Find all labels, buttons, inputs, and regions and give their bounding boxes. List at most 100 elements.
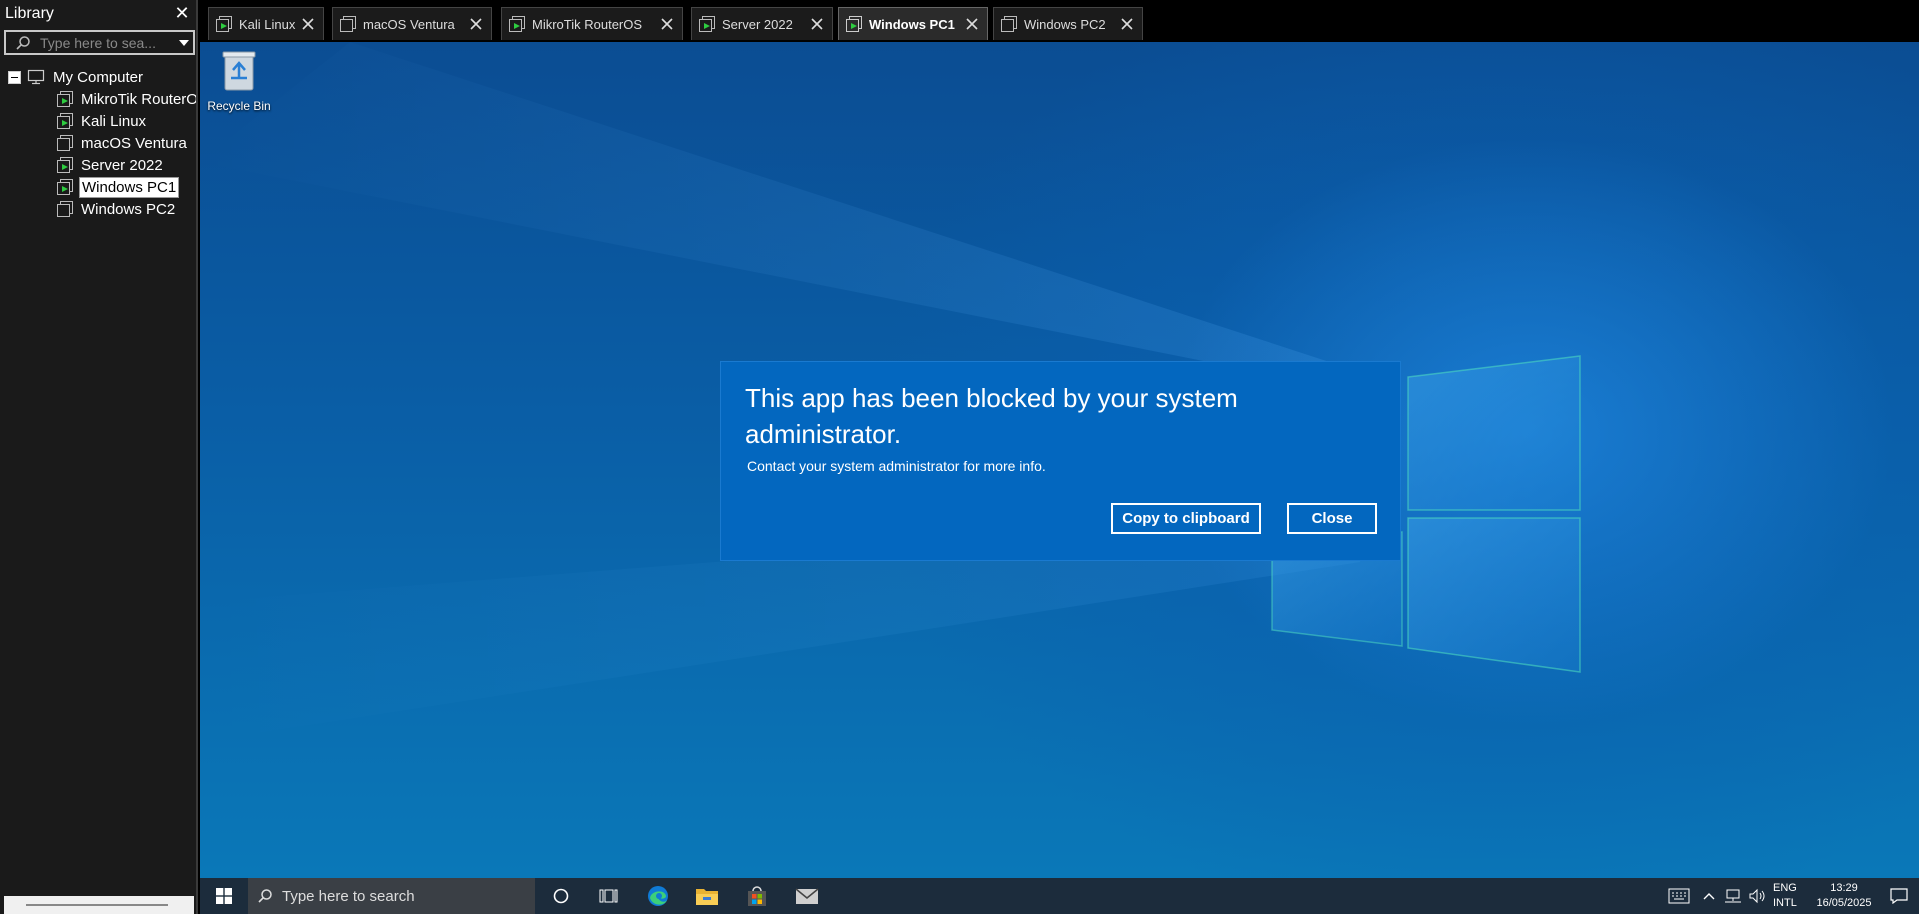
volume-icon (1749, 888, 1765, 904)
language-code: ENG (1773, 882, 1797, 894)
windows-taskbar: Type here to search ENG INTL 13:29 16/05… (200, 878, 1919, 914)
taskbar-search-box[interactable]: Type here to search (248, 878, 535, 914)
tab-windows-pc1[interactable]: Windows PC1 (838, 7, 988, 40)
library-search-input[interactable] (40, 32, 175, 53)
collapse-icon[interactable] (8, 70, 21, 84)
tab-mikrotik-routeros[interactable]: MikroTik RouterOS (501, 7, 683, 40)
system-tray: ENG INTL 13:29 16/05/2025 (1661, 878, 1919, 914)
tree-item-label: Kali Linux (81, 112, 147, 130)
vm-running-icon (845, 15, 863, 33)
tree-item-label: Windows PC1 (79, 176, 180, 198)
library-title: Library (5, 5, 54, 22)
start-button[interactable] (200, 878, 248, 914)
taskbar-search-placeholder: Type here to search (282, 887, 415, 905)
file-explorer-button[interactable] (687, 878, 727, 914)
tree-item-windows-pc1[interactable]: Windows PC1 (8, 176, 196, 198)
tab-label: Server 2022 (722, 16, 793, 32)
clock-date: 16/05/2025 (1816, 897, 1872, 909)
tree-item-macos[interactable]: macOS Ventura (8, 132, 196, 154)
tree-item-label: macOS Ventura (81, 134, 187, 152)
close-icon[interactable] (465, 13, 487, 35)
store-bag-icon (748, 886, 766, 906)
library-header: Library (0, 0, 196, 28)
action-center-button[interactable] (1879, 878, 1919, 914)
vm-running-icon (56, 90, 74, 108)
task-view-icon (599, 889, 618, 903)
network-icon (1725, 889, 1741, 903)
dialog-message: Contact your system administrator for mo… (747, 458, 1046, 474)
close-icon[interactable] (656, 13, 678, 35)
recycle-bin-icon (222, 51, 256, 91)
library-panel: Library ✕ My Computer MikroTik RouterOS … (0, 0, 198, 914)
recycle-bin-label: Recycle Bin (207, 99, 271, 113)
computer-icon (27, 69, 45, 85)
tree-item-label: Windows PC2 (81, 200, 176, 218)
close-icon[interactable] (806, 13, 828, 35)
scrollbar-thumb[interactable] (26, 904, 168, 906)
folder-icon (696, 889, 718, 905)
vm-stopped-icon (339, 15, 357, 33)
vm-running-icon (56, 156, 74, 174)
taskbar-clock[interactable]: 13:29 16/05/2025 (1809, 881, 1879, 911)
tree-item-mikrotik[interactable]: MikroTik RouterOS (8, 88, 196, 110)
tab-label: Kali Linux (239, 16, 296, 32)
cortana-circle-icon (553, 888, 569, 904)
mail-envelope-icon (795, 888, 819, 904)
vm-tree: My Computer MikroTik RouterOS Kali Linux… (8, 66, 196, 220)
chevron-up-icon (1703, 893, 1715, 900)
tab-macos-ventura[interactable]: macOS Ventura (332, 7, 492, 40)
keyboard-layout: INTL (1773, 897, 1797, 909)
vm-stopped-icon (1000, 15, 1018, 33)
clock-time: 13:29 (1830, 882, 1858, 894)
cortana-button[interactable] (541, 878, 581, 914)
tree-item-kali[interactable]: Kali Linux (8, 110, 196, 132)
store-button[interactable] (737, 878, 777, 914)
library-horizontal-scrollbar[interactable] (4, 896, 194, 914)
show-hidden-icons-button[interactable] (1697, 878, 1721, 914)
tree-item-label: MikroTik RouterOS (81, 90, 196, 108)
windows-start-icon (216, 888, 232, 904)
tab-label: Windows PC1 (869, 16, 955, 32)
notification-icon (1890, 888, 1908, 904)
tab-label: Windows PC2 (1024, 16, 1106, 32)
tree-root-label: My Computer (53, 68, 144, 86)
tree-item-windows-pc2[interactable]: Windows PC2 (8, 198, 196, 220)
task-view-button[interactable] (588, 878, 628, 914)
keyboard-icon (1668, 888, 1690, 904)
tree-item-label: Server 2022 (81, 156, 163, 174)
edge-button[interactable] (638, 878, 678, 914)
vm-stopped-icon (56, 134, 74, 152)
library-close-button[interactable]: ✕ (172, 3, 192, 23)
dialog-title: This app has been blocked by your system… (745, 383, 1238, 449)
recycle-bin-shortcut[interactable]: Recycle Bin (204, 48, 274, 113)
vm-running-icon (56, 112, 74, 130)
close-icon[interactable] (961, 13, 983, 35)
input-language-indicator[interactable]: ENG INTL (1769, 881, 1809, 911)
close-icon[interactable] (1116, 13, 1138, 35)
vm-stopped-icon (56, 200, 74, 218)
close-icon[interactable] (297, 13, 319, 35)
vm-running-icon (508, 15, 526, 33)
tree-item-my-computer[interactable]: My Computer (8, 66, 196, 88)
blocked-app-dialog: This app has been blocked by your system… (720, 361, 1401, 561)
library-search-box (4, 30, 195, 55)
close-button[interactable]: Close (1287, 503, 1377, 534)
vm-running-icon (698, 15, 716, 33)
search-dropdown-icon[interactable] (175, 32, 193, 53)
search-icon (248, 888, 282, 904)
vm-desktop[interactable]: Recycle Bin This app has been blocked by… (200, 42, 1919, 878)
edge-browser-icon (648, 886, 668, 906)
tab-kali-linux[interactable]: Kali Linux (208, 7, 324, 40)
network-tray-button[interactable] (1721, 878, 1745, 914)
vm-running-icon (56, 178, 74, 196)
vm-tab-bar: Kali Linux macOS Ventura MikroTik Router… (200, 0, 1919, 42)
tree-item-server[interactable]: Server 2022 (8, 154, 196, 176)
copy-to-clipboard-button[interactable]: Copy to clipboard (1111, 503, 1261, 534)
tab-server-2022[interactable]: Server 2022 (691, 7, 833, 40)
mail-button[interactable] (787, 878, 827, 914)
keyboard-tray-button[interactable] (1661, 878, 1697, 914)
tab-label: MikroTik RouterOS (532, 16, 643, 32)
vm-running-icon (215, 15, 233, 33)
tab-windows-pc2[interactable]: Windows PC2 (993, 7, 1143, 40)
volume-tray-button[interactable] (1745, 878, 1769, 914)
